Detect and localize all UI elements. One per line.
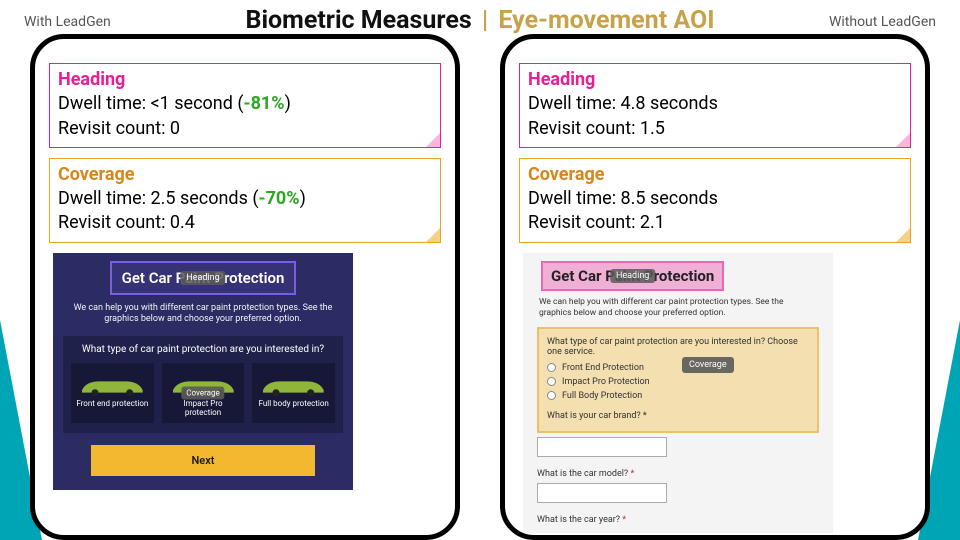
note-coverage-label: Coverage (528, 163, 902, 187)
option-label: Front end protection (75, 399, 150, 408)
preview-question: What type of car paint protection are yo… (71, 344, 335, 355)
option-full-body[interactable]: Full body protection (252, 363, 335, 423)
q-text: What is the car model? (537, 469, 628, 479)
question-car-brand: What is your car brand? * (547, 411, 809, 421)
q-text: What is your car brand? (547, 411, 641, 421)
dwell-post: ) (300, 188, 306, 209)
option-label: Full body protection (256, 399, 331, 408)
note-heading-right: Heading Dwell time: 4.8 seconds Revisit … (519, 63, 911, 148)
note-heading-label: Heading (528, 68, 902, 92)
dwell-post: ) (285, 93, 291, 114)
required-asterisk: * (643, 411, 647, 421)
note-heading-dwell: Dwell time: 4.8 seconds (528, 92, 902, 116)
aoi-badge-heading: Heading (180, 271, 225, 285)
note-corner-icon (896, 228, 910, 242)
q-text: What is the car year? (537, 515, 620, 525)
required-asterisk: * (630, 469, 634, 479)
preview-subtitle: We can help you with different car paint… (69, 303, 337, 326)
next-button[interactable]: Next (91, 445, 315, 476)
page-title: Biometric Measures | Eye-movement AOI (245, 6, 714, 35)
car-icon (256, 371, 331, 397)
option-label: Full Body Protection (562, 391, 642, 401)
preview-leadgen-form: Get Car Paint Protection Heading We can … (53, 253, 353, 490)
note-coverage-dwell: Dwell time: 2.5 seconds (-70%) (58, 187, 432, 211)
aoi-badge-heading: Heading (610, 269, 655, 283)
aoi-coverage-region: What type of car paint protection are yo… (537, 327, 819, 433)
dwell-delta: -70% (259, 188, 300, 209)
note-coverage-label: Coverage (58, 163, 432, 187)
note-corner-icon (896, 133, 910, 147)
car-model-input[interactable] (537, 483, 667, 503)
note-corner-icon (426, 133, 440, 147)
title-part-b: Eye-movement AOI (498, 6, 714, 35)
aoi-badge-coverage: Coverage (181, 387, 224, 400)
note-coverage-revisit: Revisit count: 2.1 (528, 211, 902, 235)
tablet-without-leadgen: Heading Dwell time: 4.8 seconds Revisit … (500, 34, 930, 540)
option-full-body[interactable]: Full Body Protection (547, 391, 809, 401)
dwell-pre: Dwell time: <1 second ( (58, 93, 244, 114)
note-coverage-right: Coverage Dwell time: 8.5 seconds Revisit… (519, 158, 911, 243)
car-brand-input[interactable] (537, 437, 667, 457)
option-front-end[interactable]: Front end protection (71, 363, 154, 423)
title-part-a: Biometric Measures (245, 6, 471, 35)
option-front-end[interactable]: Front End Protection (547, 363, 809, 373)
preview-subtitle: We can help you with different car paint… (539, 297, 817, 319)
question-car-model: What is the car model? * (537, 469, 819, 479)
note-coverage-dwell: Dwell time: 8.5 seconds (528, 187, 902, 211)
option-label: Impact Pro Protection (562, 377, 650, 387)
note-heading-left: Heading Dwell time: <1 second (-81%) Rev… (49, 63, 441, 148)
note-heading-label: Heading (58, 68, 432, 92)
title-separator: | (482, 6, 488, 35)
preview-question: What type of car paint protection are yo… (547, 337, 809, 357)
preview-plain-form: Get Car Paint Protection Heading We can … (523, 253, 833, 533)
note-corner-icon (426, 228, 440, 242)
note-heading-revisit: Revisit count: 1.5 (528, 117, 902, 141)
note-heading-dwell: Dwell time: <1 second (-81%) (58, 92, 432, 116)
option-impact-pro[interactable]: Coverage Impact Pro protection (162, 363, 245, 423)
tablet-with-leadgen: Heading Dwell time: <1 second (-81%) Rev… (30, 34, 460, 540)
aoi-badge-coverage: Coverage (682, 357, 734, 373)
required-asterisk: * (622, 515, 626, 525)
radio-icon (547, 391, 556, 400)
question-car-year: What is the car year? * (537, 515, 819, 525)
dwell-delta: -81% (244, 93, 285, 114)
car-icon (75, 371, 150, 397)
preview-options-panel: What type of car paint protection are yo… (63, 336, 343, 433)
option-label: Front End Protection (562, 363, 644, 373)
note-coverage-left: Coverage Dwell time: 2.5 seconds (-70%) … (49, 158, 441, 243)
dwell-pre: Dwell time: 2.5 seconds ( (58, 188, 259, 209)
note-heading-revisit: Revisit count: 0 (58, 117, 432, 141)
note-coverage-revisit: Revisit count: 0.4 (58, 211, 432, 235)
option-label: Impact Pro protection (166, 399, 241, 417)
option-impact-pro[interactable]: Impact Pro Protection (547, 377, 809, 387)
radio-icon (547, 377, 556, 386)
radio-icon (547, 363, 556, 372)
